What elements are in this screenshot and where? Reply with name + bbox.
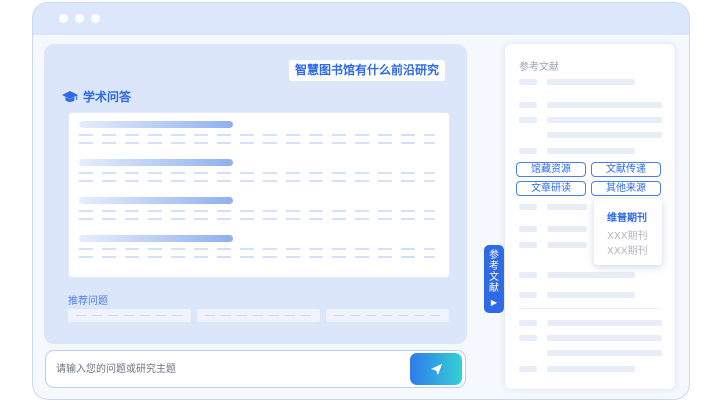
answer-text-line <box>79 210 435 212</box>
play-arrow-icon: ▶ <box>490 298 498 307</box>
dropdown-item[interactable]: XXX期刊 <box>607 227 648 242</box>
reference-row <box>519 102 537 108</box>
answer-text-line <box>79 134 435 136</box>
divider <box>519 308 660 309</box>
send-button[interactable] <box>410 353 462 385</box>
dropdown-item[interactable]: 维普期刊 <box>607 209 647 224</box>
answer-text-line <box>79 172 435 174</box>
reference-row <box>547 79 635 85</box>
reference-row <box>519 335 537 341</box>
reference-row <box>519 366 537 372</box>
answer-heading <box>79 159 233 166</box>
reference-row <box>519 242 537 248</box>
filter-button[interactable]: 馆藏资源 <box>516 162 586 177</box>
reference-row <box>519 226 537 232</box>
references-tab-char: 参 <box>489 250 499 261</box>
references-tab-char: 献 <box>489 283 499 294</box>
qa-panel: 智慧图书馆有什么前沿研究 学术问答 推荐问题 <box>44 44 467 344</box>
dropdown-item[interactable]: XXX期刊 <box>607 242 648 257</box>
reference-row <box>547 117 662 123</box>
title-bar <box>33 3 689 35</box>
recommended-questions-label: 推荐问题 <box>68 296 108 307</box>
section-title: 学术问答 <box>62 88 131 105</box>
reference-row <box>519 204 537 210</box>
source-dropdown: 维普期刊 XXX期刊 XXX期刊 <box>594 199 662 265</box>
answer-heading <box>79 235 233 242</box>
references-title: 参考文献 <box>519 62 559 73</box>
references-tab-char: 文 <box>489 272 499 283</box>
answer-heading <box>79 197 233 204</box>
answer-text-line <box>79 180 435 182</box>
paper-plane-icon <box>430 363 442 375</box>
reference-row <box>547 132 662 138</box>
recommended-question[interactable] <box>197 309 320 322</box>
recommended-question[interactable] <box>326 309 449 322</box>
answer-text-line <box>79 142 435 144</box>
answer-heading <box>79 121 233 128</box>
filter-button[interactable]: 文章研读 <box>516 181 586 196</box>
reference-row <box>547 102 662 108</box>
answer-text-line <box>79 218 435 220</box>
answer-text-line <box>79 248 435 250</box>
window-dot-icon <box>59 14 68 23</box>
reference-row <box>547 226 587 232</box>
filter-button[interactable]: 其他来源 <box>591 181 661 196</box>
query-chip[interactable]: 智慧图书馆有什么前沿研究 <box>289 60 446 81</box>
reference-row <box>547 320 662 326</box>
section-title-text: 学术问答 <box>83 90 132 104</box>
reference-row <box>547 292 635 298</box>
reference-row <box>519 117 537 123</box>
reference-row <box>547 366 635 372</box>
reference-row <box>519 272 537 278</box>
reference-row <box>547 335 662 341</box>
filter-button[interactable]: 文献传递 <box>591 162 661 177</box>
window-dot-icon <box>91 14 100 23</box>
reference-row <box>547 272 635 278</box>
search-bar <box>45 350 466 388</box>
reference-row <box>547 148 635 154</box>
references-tab-char: 考 <box>489 261 499 272</box>
reference-row <box>519 292 537 298</box>
references-toggle-tab[interactable]: 参 考 文 献 ▶ <box>484 245 504 313</box>
reference-row <box>519 320 537 326</box>
reference-row <box>547 204 587 210</box>
answer-text-line <box>79 256 435 258</box>
reference-row <box>547 350 662 356</box>
answer-card <box>68 112 450 278</box>
search-input[interactable] <box>56 360 356 378</box>
recommended-question[interactable] <box>68 309 191 322</box>
reference-row <box>519 79 537 85</box>
reference-row <box>547 242 587 248</box>
reference-row <box>519 148 537 154</box>
graduation-cap-icon <box>62 90 78 102</box>
window-dot-icon <box>75 14 84 23</box>
